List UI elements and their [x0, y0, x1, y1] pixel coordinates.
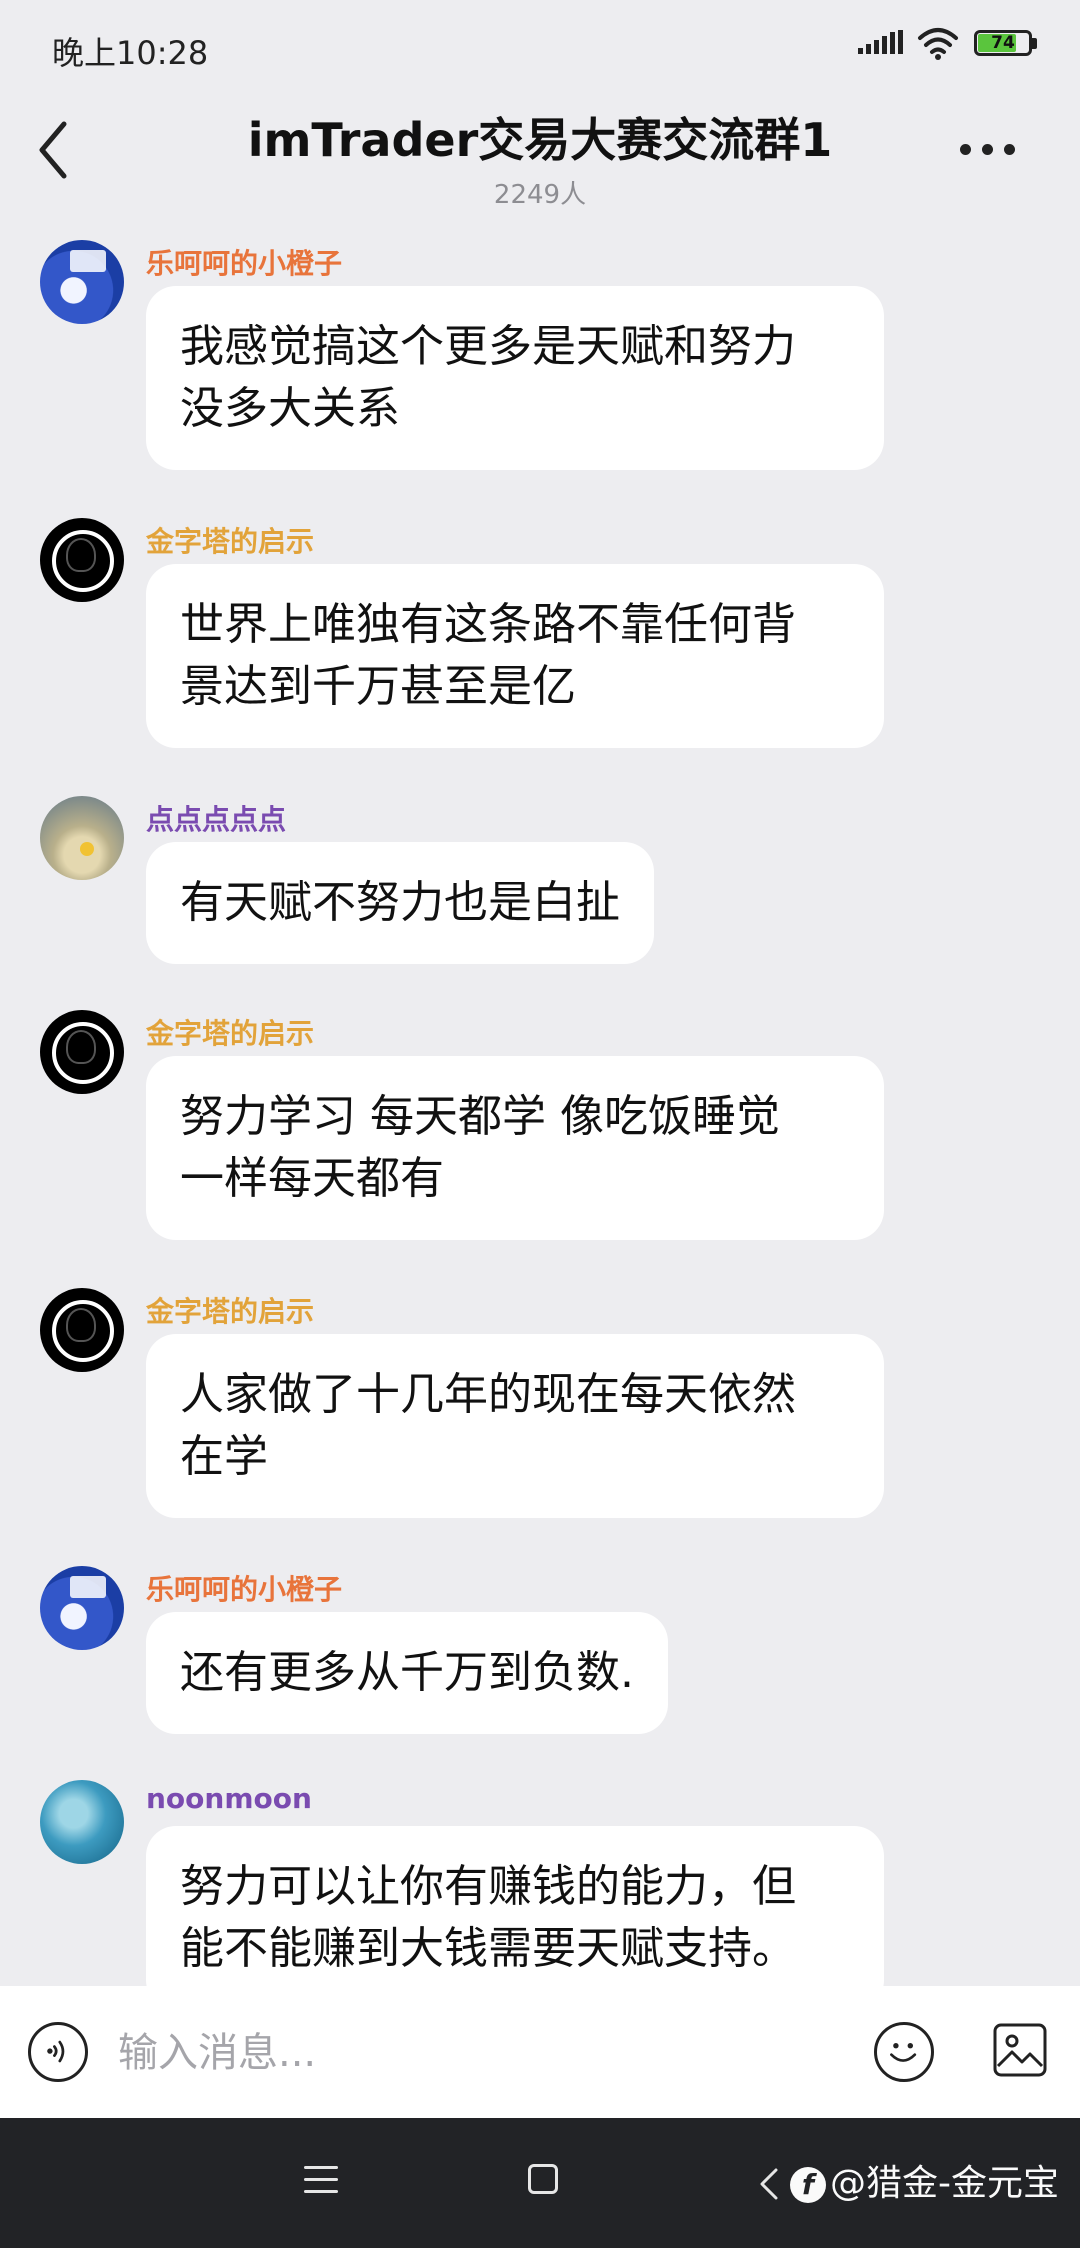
black-circle-avatar[interactable] — [40, 1010, 124, 1094]
message-text: 努力可以让你有赚钱的能力，但 — [180, 1861, 796, 1912]
sender-name[interactable]: 乐呵呵的小橙子 — [146, 1568, 342, 1608]
orange-avatar[interactable] — [40, 240, 124, 324]
watermark-logo-icon: f — [790, 2167, 826, 2203]
watermark: f @猎金-金元宝 — [790, 2154, 1059, 2206]
message-text: 还有更多从千万到负数. — [180, 1647, 634, 1698]
image-picker-icon[interactable] — [992, 2022, 1048, 2078]
system-nav-bar: f @猎金-金元宝 — [0, 2118, 1080, 2248]
message-text: 一样每天都有 — [180, 1153, 444, 1204]
voice-input-icon[interactable] — [28, 2022, 88, 2082]
message-text: 有天赋不努力也是白扯 — [180, 877, 620, 928]
message-bubble[interactable]: 还有更多从千万到负数. — [146, 1612, 668, 1734]
wifi-icon — [918, 28, 958, 60]
status-bar: 晚上10:28 74 — [0, 0, 1080, 90]
message-text: 在学 — [180, 1431, 268, 1482]
sender-name[interactable]: 金字塔的启示 — [146, 1012, 314, 1052]
black-circle-avatar[interactable] — [40, 1288, 124, 1372]
message-text: 景达到千万甚至是亿 — [180, 661, 576, 712]
sender-name[interactable]: 金字塔的启示 — [146, 520, 314, 560]
watermark-text: @猎金-金元宝 — [830, 2163, 1059, 2204]
battery-level: 74 — [991, 33, 1015, 53]
member-count: 2249人 — [493, 180, 587, 210]
more-options-icon[interactable] — [960, 140, 1030, 160]
nav-back-icon[interactable] — [756, 2164, 782, 2204]
message-text: 人家做了十几年的现在每天依然 — [180, 1369, 796, 1420]
sender-name[interactable]: 金字塔的启示 — [146, 1290, 314, 1330]
message-list[interactable]: 乐呵呵的小橙子 我感觉搞这个更多是天赋和努力 没多大关系 金字塔的启示 世界上唯… — [0, 230, 1080, 1986]
sender-name[interactable]: noonmoon — [146, 1782, 312, 1815]
message-bubble[interactable]: 人家做了十几年的现在每天依然 在学 — [146, 1334, 884, 1518]
sender-name[interactable]: 乐呵呵的小橙子 — [146, 242, 342, 282]
sender-name[interactable]: 点点点点点 — [146, 798, 286, 838]
message-input-bar — [0, 1986, 1080, 2118]
message-bubble[interactable]: 世界上唯独有这条路不靠任何背 景达到千万甚至是亿 — [146, 564, 884, 748]
message-bubble[interactable]: 努力学习 每天都学 像吃饭睡觉 一样每天都有 — [146, 1056, 884, 1240]
message-bubble[interactable]: 有天赋不努力也是白扯 — [146, 842, 654, 964]
status-time: 晚上10:28 — [52, 34, 209, 72]
message-bubble[interactable]: 我感觉搞这个更多是天赋和努力 没多大关系 — [146, 286, 884, 470]
message-bubble[interactable]: 努力可以让你有赚钱的能力，但 能不能赚到大钱需要天赋支持。 — [146, 1826, 884, 1986]
orange-avatar[interactable] — [40, 1566, 124, 1650]
signal-icon — [858, 30, 903, 54]
battery-icon: 74 — [974, 30, 1040, 60]
black-circle-avatar[interactable] — [40, 518, 124, 602]
emoji-icon[interactable] — [874, 2022, 934, 2082]
group-title: imTrader交易大赛交流群1 — [247, 113, 833, 167]
message-input[interactable] — [116, 2022, 840, 2084]
nav-menu-icon[interactable] — [304, 2166, 338, 2200]
message-text: 世界上唯独有这条路不靠任何背 — [180, 599, 796, 650]
message-text: 没多大关系 — [180, 383, 400, 434]
message-text: 努力学习 每天都学 像吃饭睡觉 — [180, 1091, 780, 1142]
chat-header: imTrader交易大赛交流群1 2249人 — [0, 90, 1080, 220]
message-text: 能不能赚到大钱需要天赋支持。 — [180, 1923, 796, 1974]
blue-avatar[interactable] — [40, 1780, 124, 1864]
beige-avatar[interactable] — [40, 796, 124, 880]
nav-home-icon[interactable] — [528, 2164, 558, 2194]
message-text: 我感觉搞这个更多是天赋和努力 — [180, 321, 796, 372]
